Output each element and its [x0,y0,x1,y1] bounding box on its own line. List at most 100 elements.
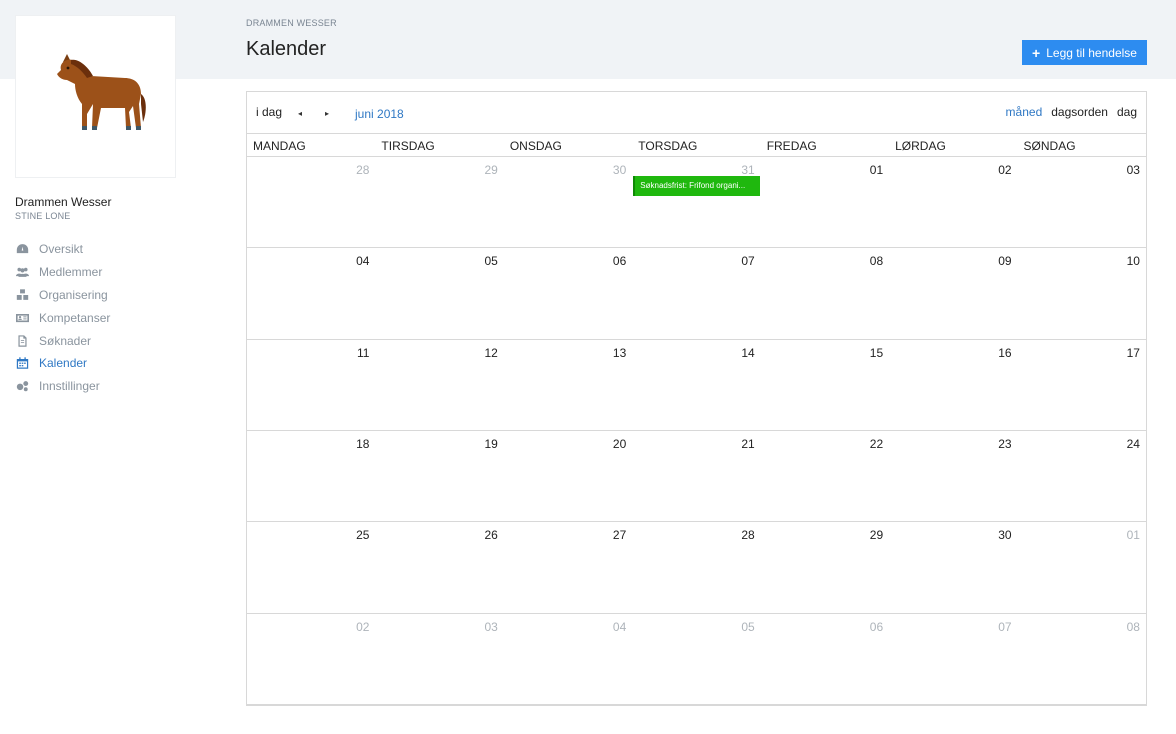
day-number: 28 [741,528,755,543]
page-title: Kalender [246,38,327,60]
day-number: 19 [484,437,498,451]
user-name: STINE LONE [15,211,71,221]
day-number: 17 [1126,345,1140,360]
day-number: 05 [741,619,755,634]
day-cell[interactable]: 17 [1018,340,1146,430]
sidebar-item-organisering[interactable]: Organisering [15,284,110,307]
day-number: 10 [1126,254,1140,269]
day-cell[interactable]: 06 [761,614,889,704]
weekday-header: Torsdag [638,139,698,153]
sidebar-item-kompetanser[interactable]: Kompetanser [15,306,110,329]
day-number: 01 [869,163,884,177]
day-number: 01 [1126,528,1140,543]
day-number: 04 [356,254,370,269]
day-number: 02 [998,163,1012,177]
calendar-event[interactable]: Søknadsfrist: Frifond organi... [633,176,760,196]
weekday-header: Søndag [1023,139,1076,153]
sidebar-item-soknader[interactable]: Søknader [15,329,110,352]
day-cell[interactable]: 01 [1018,522,1146,612]
id-card-icon [15,312,29,324]
plus-icon: + [1032,44,1041,61]
day-number: 06 [869,619,884,634]
sidebar-item-label: Kompetanser [39,310,111,325]
day-cell[interactable]: 10 [1018,248,1146,338]
day-cell[interactable]: 15 [761,340,889,430]
sidebar-item-label: Organisering [39,287,108,302]
week-row: 04 05 06 07 08 09 10 [247,248,1146,340]
day-cell[interactable]: 19 [375,431,503,521]
day-number: 27 [612,528,627,543]
day-cell[interactable]: 31 [632,157,760,247]
day-cell[interactable]: 03 [375,614,503,704]
day-cell[interactable]: 25 [247,522,375,612]
sidebar-item-label: Oversikt [39,242,84,257]
weekday-header: Tirsdag [381,139,435,153]
sidebar-item-innstillinger[interactable]: Innstillinger [15,375,110,398]
day-cell[interactable]: 16 [889,340,1017,430]
next-month-icon[interactable]: ▸ [325,109,329,118]
day-cell[interactable]: 21 [632,431,760,521]
view-switch: måned dagsorden dag [1006,105,1137,119]
day-cell[interactable]: 03 [1018,157,1146,247]
weekday-header: Mandag [253,139,306,153]
day-cell[interactable]: 13 [504,340,632,430]
day-cell[interactable]: 24 [1018,431,1146,521]
sidebar-item-kalender[interactable]: Kalender [15,352,110,375]
day-cell[interactable]: 30 [889,522,1017,612]
day-number: 31 [741,163,755,177]
weekday-header-row: Mandag Tirsdag Onsdag Torsdag Fredag Lørdag Sø… [247,133,1146,157]
sidebar-item-label: Søknader [39,333,92,348]
previous-month-icon[interactable]: ◂ [298,109,302,118]
day-cell[interactable]: 23 [889,431,1017,521]
weekday-header: Fredag [766,139,817,153]
day-number: 08 [869,254,884,269]
sidebar-item-oversikt[interactable]: Oversikt [15,238,110,261]
view-month-button[interactable]: måned [1006,105,1043,119]
day-cell[interactable]: 06 [504,248,632,338]
view-agenda-button[interactable]: dagsorden [1051,105,1108,119]
sidebar-item-medlemmer[interactable]: Medlemmer [15,261,110,284]
day-number: 23 [998,437,1012,451]
day-number: 22 [869,437,884,451]
day-cell[interactable]: 05 [632,614,760,704]
view-day-button[interactable]: dag [1117,105,1137,119]
day-cell[interactable]: 28 [247,157,375,247]
day-cell[interactable]: 29 [761,522,889,612]
day-number: 21 [741,437,755,451]
day-cell[interactable]: 04 [247,248,375,338]
day-cell[interactable]: 09 [889,248,1017,338]
day-cell[interactable]: 14 [632,340,760,430]
day-number: 30 [998,528,1012,543]
day-number: 08 [1126,619,1140,634]
day-cell[interactable]: 27 [504,522,632,612]
sidebar-item-label: Innstillinger [39,379,100,394]
day-cell[interactable]: 07 [889,614,1017,704]
day-number: 14 [741,345,755,360]
day-cell[interactable]: 18 [247,431,375,521]
day-cell[interactable]: 11 [247,340,375,430]
day-cell[interactable]: 02 [889,157,1017,247]
today-button[interactable]: i dag [256,105,282,119]
day-cell[interactable]: 29 [375,157,503,247]
organization-logo [15,15,176,178]
day-cell[interactable]: 05 [375,248,503,338]
dashboard-icon [15,243,29,255]
add-event-button[interactable]: + Legg til hendelse [1022,40,1147,65]
day-cell[interactable]: 22 [761,431,889,521]
day-cell[interactable]: 28 [632,522,760,612]
current-month-label[interactable]: juni 2018 [355,107,404,121]
day-cell[interactable]: 02 [247,614,375,704]
day-cell[interactable]: 20 [504,431,632,521]
day-cell[interactable]: 08 [1018,614,1146,704]
day-cell[interactable]: 30 [504,157,632,247]
day-cell[interactable]: 12 [375,340,503,430]
day-cell[interactable]: 08 [761,248,889,338]
day-number: 25 [356,528,370,543]
day-cell[interactable]: 04 [504,614,632,704]
day-number: 05 [484,254,498,269]
organization-name: Drammen Wesser [15,195,112,209]
day-number: 15 [869,345,884,360]
day-cell[interactable]: 26 [375,522,503,612]
day-cell[interactable]: 01 [761,157,889,247]
day-cell[interactable]: 07 [632,248,760,338]
